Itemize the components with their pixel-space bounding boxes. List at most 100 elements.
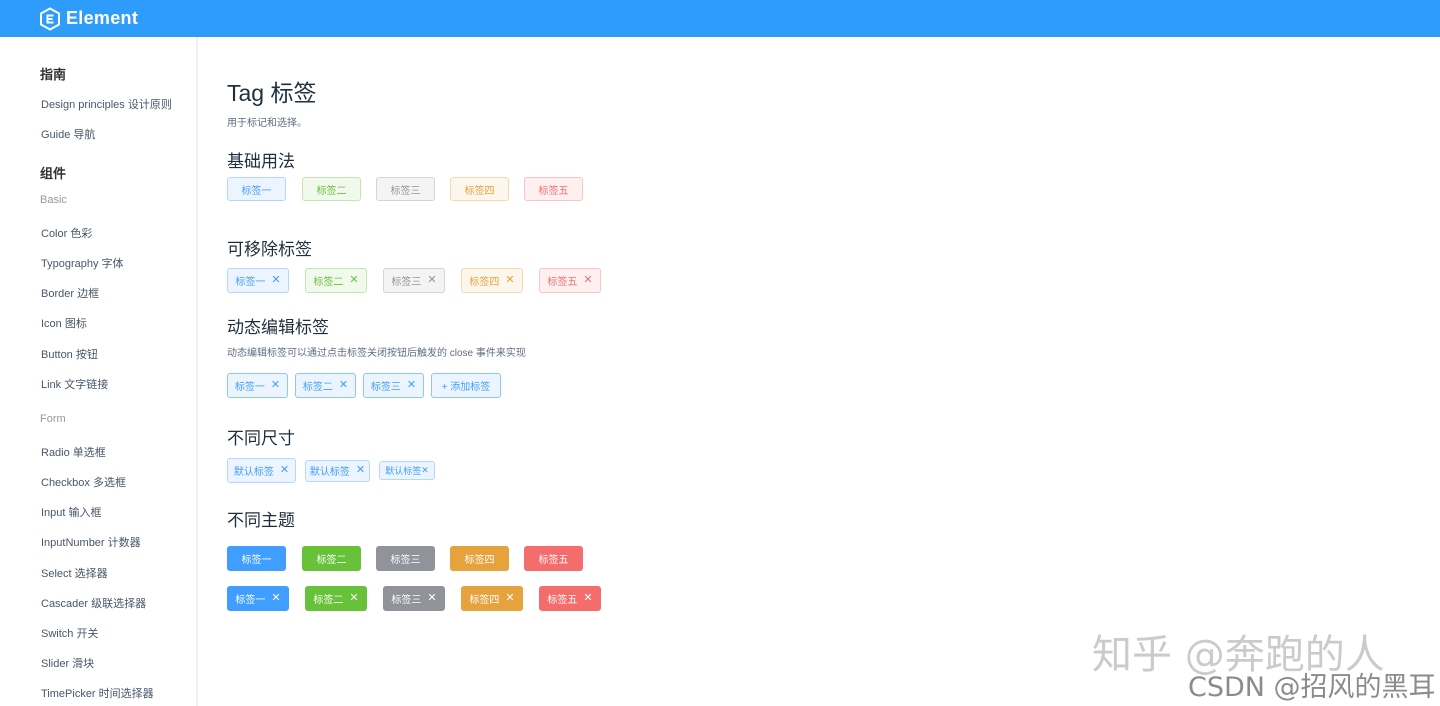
main-content: Tag 标签 用于标记和选择。 基础用法 标签一 标签二 标签三 标签四 标签五… (227, 37, 1407, 706)
tag-primary: 标签一 (227, 177, 286, 201)
tag-label: 默认标签 (309, 467, 350, 478)
tag-label: 标签三 (370, 382, 401, 393)
close-icon[interactable]: ✕ (349, 593, 358, 604)
close-icon[interactable]: ✕ (271, 275, 280, 286)
tag-info: 标签三 (376, 177, 435, 201)
section-title-dynamic: 动态编辑标签 (227, 318, 329, 337)
tag-label: 标签五 (547, 595, 578, 606)
sidebar-group-guide: 指南 (40, 67, 67, 82)
sidebar-item-icon[interactable]: Icon 图标 (41, 315, 87, 331)
sidebar-item-timepicker[interactable]: TimePicker 时间选择器 (41, 685, 154, 701)
sidebar-item-input[interactable]: Input 输入框 (41, 504, 102, 520)
section-title-basic: 基础用法 (227, 152, 295, 171)
page-title: Tag 标签 (227, 80, 317, 106)
dark-closable-tag-row: 标签一 ✕ 标签二 ✕ 标签三 ✕ 标签四 ✕ 标签五 ✕ (227, 586, 601, 611)
csdn-watermark: CSDN @招风的黑耳 (1188, 672, 1436, 703)
close-icon[interactable]: ✕ (583, 275, 592, 286)
sidebar-item-switch[interactable]: Switch 开关 (41, 625, 98, 641)
close-icon[interactable]: ✕ (421, 466, 429, 475)
closable-tag-success: 标签二 ✕ (305, 268, 367, 293)
sidebar-item-color[interactable]: Color 色彩 (41, 225, 92, 241)
close-icon[interactable]: ✕ (349, 275, 358, 286)
tag-label: 标签三 (391, 277, 422, 288)
dark-closable-tag-primary: 标签一 ✕ (227, 586, 289, 611)
tag-label: 标签三 (391, 595, 422, 606)
dark-closable-tag-warning: 标签四 ✕ (461, 586, 523, 611)
close-icon[interactable]: ✕ (505, 275, 514, 286)
closable-tag-primary: 标签一 ✕ (227, 268, 289, 293)
dark-closable-tag-info: 标签三 ✕ (383, 586, 445, 611)
close-icon[interactable]: ✕ (407, 380, 416, 391)
tag-danger: 标签五 (524, 177, 583, 201)
tag-warning: 标签四 (450, 177, 509, 201)
tag-size-default: 默认标签 ✕ (227, 458, 296, 483)
tag-success: 标签二 (302, 177, 361, 201)
tag-label: 默认标签 (385, 466, 422, 476)
close-icon[interactable]: ✕ (583, 593, 592, 604)
sidebar: 指南 Design principles 设计原则 Guide 导航 组件 Ba… (0, 37, 198, 706)
dynamic-tag-row: 标签一 ✕ 标签二 ✕ 标签三 ✕ + 添加标签 (227, 373, 501, 398)
section-title-closable: 可移除标签 (227, 240, 312, 259)
closable-tag-info: 标签三 ✕ (383, 268, 445, 293)
close-icon[interactable]: ✕ (271, 380, 280, 391)
closable-tag-row: 标签一 ✕ 标签二 ✕ 标签三 ✕ 标签四 ✕ 标签五 ✕ (227, 268, 601, 293)
sidebar-item-border[interactable]: Border 边框 (41, 285, 99, 301)
sidebar-item-slider[interactable]: Slider 滑块 (41, 655, 94, 671)
tag-size-medium: 默认标签 ✕ (305, 459, 370, 482)
tag-label: 标签四 (469, 595, 500, 606)
sidebar-scrollbar[interactable] (196, 49, 198, 245)
dark-closable-tag-success: 标签二 ✕ (305, 586, 367, 611)
close-icon[interactable]: ✕ (271, 593, 280, 604)
sidebar-item-design-principles[interactable]: Design principles 设计原则 (41, 96, 172, 112)
tag-label: 默认标签 (233, 467, 274, 478)
sidebar-item-guide[interactable]: Guide 导航 (41, 126, 95, 142)
top-navbar: Element (0, 0, 1440, 37)
sidebar-item-button[interactable]: Button 按钮 (41, 346, 98, 362)
dark-closable-tag-danger: 标签五 ✕ (539, 586, 601, 611)
sidebar-item-radio[interactable]: Radio 单选框 (41, 444, 106, 460)
sidebar-item-link[interactable]: Link 文字链接 (41, 376, 108, 392)
tag-label: 标签四 (469, 277, 500, 288)
close-icon[interactable]: ✕ (427, 593, 436, 604)
section-title-themes: 不同主题 (227, 511, 295, 530)
tag-label: 标签二 (313, 595, 344, 606)
close-icon[interactable]: ✕ (427, 275, 436, 286)
tag-label: 标签一 (234, 382, 265, 393)
sidebar-item-select[interactable]: Select 选择器 (41, 565, 108, 581)
tag-label: 标签一 (235, 595, 266, 606)
tag-label: 标签一 (235, 277, 266, 288)
dark-tag-info: 标签三 (376, 546, 435, 571)
dark-tag-row: 标签一 标签二 标签三 标签四 标签五 (227, 546, 583, 571)
sizes-tag-row: 默认标签 ✕ 默认标签 ✕ 默认标签 ✕ (227, 458, 435, 483)
add-tag-button[interactable]: + 添加标签 (431, 373, 501, 398)
closable-tag-warning: 标签四 ✕ (461, 268, 523, 293)
sidebar-item-typography[interactable]: Typography 字体 (41, 255, 124, 271)
dark-tag-danger: 标签五 (524, 546, 583, 571)
close-icon[interactable]: ✕ (280, 465, 289, 476)
close-icon[interactable]: ✕ (356, 465, 365, 476)
sidebar-item-cascader[interactable]: Cascader 级联选择器 (41, 595, 146, 611)
tag-label: 标签二 (313, 277, 344, 288)
section-title-sizes: 不同尺寸 (227, 429, 295, 448)
dark-tag-success: 标签二 (302, 546, 361, 571)
close-icon[interactable]: ✕ (339, 380, 348, 391)
close-icon[interactable]: ✕ (505, 593, 514, 604)
basic-tag-row: 标签一 标签二 标签三 标签四 标签五 (227, 177, 583, 201)
element-logo-icon (40, 6, 60, 31)
dark-tag-warning: 标签四 (450, 546, 509, 571)
section-desc-dynamic: 动态编辑标签可以通过点击标签关闭按钮后触发的 close 事件来实现 (227, 348, 526, 359)
sidebar-subgroup-basic: Basic (40, 194, 67, 206)
sidebar-group-components: 组件 (40, 166, 67, 181)
sidebar-item-checkbox[interactable]: Checkbox 多选框 (41, 474, 126, 490)
sidebar-item-inputnumber[interactable]: InputNumber 计数器 (41, 534, 141, 550)
tag-label: 标签二 (302, 382, 333, 393)
tag-size-small: 默认标签 ✕ (379, 461, 435, 480)
dark-tag-primary: 标签一 (227, 546, 286, 571)
brand-name: Element (66, 8, 139, 28)
dynamic-tag-2: 标签二 ✕ (295, 373, 356, 398)
page-description: 用于标记和选择。 (227, 118, 307, 129)
closable-tag-danger: 标签五 ✕ (539, 268, 601, 293)
dynamic-tag-3: 标签三 ✕ (363, 373, 424, 398)
tag-label: 标签五 (547, 277, 578, 288)
element-logo[interactable]: Element (38, 6, 139, 31)
